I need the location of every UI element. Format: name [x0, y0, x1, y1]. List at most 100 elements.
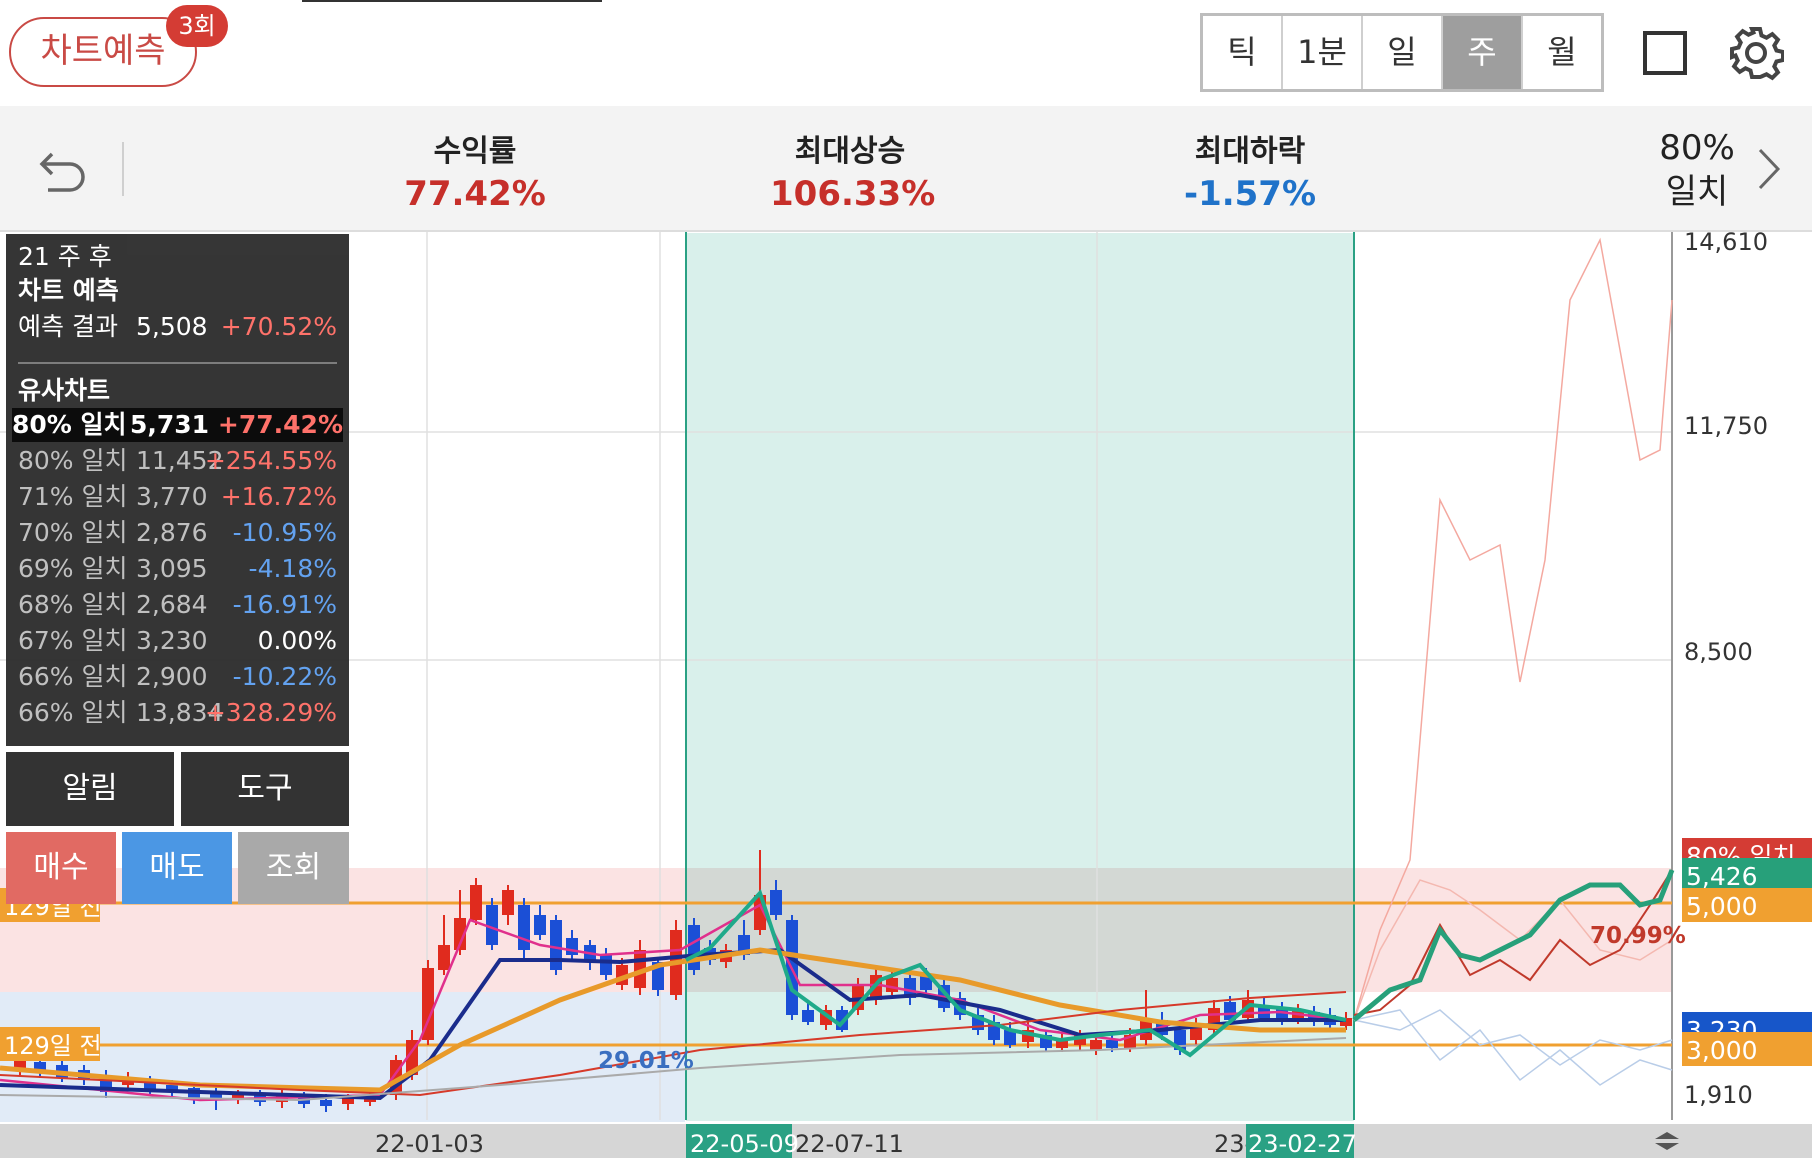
- similar-chart-row[interactable]: 68% 일치 2,684 -16.91%: [18, 588, 337, 622]
- candle-body: [688, 925, 700, 970]
- return-label: 수익률: [433, 134, 517, 169]
- undo-arrow-icon[interactable]: [36, 142, 90, 196]
- row-change: +328.29%: [204, 698, 337, 727]
- price-axis-label: 14,610: [1684, 232, 1768, 256]
- row-price: 3,095: [136, 554, 208, 583]
- max-rise-stat: 최대상승 106.33%: [770, 126, 936, 214]
- price-axis-label: 11,750: [1684, 412, 1768, 440]
- zone-percent-label: 29.01%: [598, 1048, 694, 1074]
- period-tab-month[interactable]: 월: [1523, 16, 1601, 89]
- sell-button[interactable]: 매도: [122, 832, 232, 904]
- predicted-price-tag: 5,426: [1686, 862, 1758, 891]
- date-axis-bar: [0, 1124, 1812, 1158]
- row-match-label: 80% 일치: [12, 410, 127, 439]
- row-match-label: 70% 일치: [18, 518, 128, 547]
- similar-chart-row[interactable]: 67% 일치 3,230 0.00%: [18, 624, 337, 658]
- stats-divider: [122, 142, 124, 196]
- candle-body: [600, 955, 612, 975]
- period-tab-week[interactable]: 주: [1443, 16, 1523, 89]
- stats-bar: 수익률 77.42% 최대상승 106.33% 최대하락 -1.57% 80% …: [0, 106, 1812, 232]
- row-match-label: 67% 일치: [18, 626, 128, 655]
- upper-level-tag: 5,000: [1686, 892, 1758, 921]
- buy-button[interactable]: 매수: [6, 832, 116, 904]
- similar-chart-row[interactable]: 66% 일치 13,834 +328.29%: [18, 696, 337, 730]
- fullscreen-square-icon[interactable]: [1643, 31, 1687, 75]
- candle-body: [770, 890, 782, 915]
- similar-chart-row[interactable]: 69% 일치 3,095 -4.18%: [18, 552, 337, 586]
- top-toolbar: 차트예측 3회 틱 1분 일 주 월: [0, 0, 1812, 106]
- row-change: -4.18%: [248, 554, 337, 583]
- lower-level-tag: 3,000: [1686, 1036, 1758, 1065]
- row-match-label: 68% 일치: [18, 590, 128, 619]
- similar-chart-row[interactable]: 71% 일치 3,770 +16.72%: [18, 480, 337, 514]
- similar-chart-row[interactable]: 70% 일치 2,876 -10.95%: [18, 516, 337, 550]
- row-match-label: 66% 일치: [18, 698, 128, 727]
- predict-count-badge: 3회: [166, 5, 228, 47]
- candle-body: [886, 978, 898, 992]
- similar-chart-row[interactable]: 80% 일치 5,731 +77.42%: [12, 408, 343, 442]
- row-price: 2,900: [136, 662, 208, 691]
- similar-chart-panel: 21 주 후 차트 예측 예측 결과 5,508 +70.52% 유사차트 80…: [6, 234, 349, 746]
- row-change: -10.95%: [232, 518, 337, 547]
- candle-body: [534, 915, 546, 935]
- row-change: -10.22%: [232, 662, 337, 691]
- chevron-right-icon[interactable]: [1752, 146, 1786, 192]
- row-change: 0.00%: [257, 626, 337, 655]
- match-percent: 80%: [1659, 128, 1735, 168]
- candle-body: [438, 945, 450, 970]
- candle-body: [518, 905, 530, 950]
- similar-title: 유사차트: [18, 376, 111, 405]
- alert-button[interactable]: 알림: [6, 752, 174, 826]
- max-rise-value: 106.33%: [770, 174, 936, 214]
- date-label-start: 22-05-09: [690, 1130, 799, 1158]
- row-price: 2,876: [136, 518, 208, 547]
- row-price: 2,684: [136, 590, 208, 619]
- row-match-label: 71% 일치: [18, 482, 128, 511]
- max-rise-label: 최대상승: [794, 134, 906, 169]
- period-selector: 틱 1분 일 주 월: [1200, 13, 1604, 92]
- prediction-title: 차트 예측: [18, 276, 119, 305]
- projection-line: [1353, 1009, 1673, 1086]
- similar-chart-row[interactable]: 80% 일치 11,452 +254.55%: [18, 444, 337, 478]
- candle-body: [566, 938, 578, 955]
- candle-body: [502, 890, 514, 915]
- date-label-end: 23-02-27: [1248, 1130, 1357, 1158]
- panel-divider: [18, 362, 337, 364]
- period-tab-day[interactable]: 일: [1363, 16, 1443, 89]
- max-drop-stat: 최대하락 -1.57%: [1170, 126, 1330, 214]
- row-price: 5,731: [130, 410, 210, 439]
- row-match-label: 66% 일치: [18, 662, 128, 691]
- candle-body: [1090, 1040, 1102, 1050]
- max-drop-label: 최대하락: [1194, 134, 1306, 169]
- tools-button[interactable]: 도구: [181, 752, 349, 826]
- days-ago-lower-label: 129일 전: [4, 1032, 102, 1060]
- period-tab-tick[interactable]: 틱: [1203, 16, 1283, 89]
- return-value: 77.42%: [404, 174, 546, 214]
- view-button[interactable]: 조회: [238, 832, 349, 904]
- date-label: 22-07-11: [795, 1130, 904, 1158]
- price-axis-label: 8,500: [1684, 638, 1753, 666]
- gear-icon[interactable]: [1728, 25, 1784, 81]
- row-change: +254.55%: [204, 446, 337, 475]
- prediction-percent-label: 70.99%: [1590, 923, 1686, 949]
- row-match-label: 80% 일치: [18, 446, 128, 475]
- candle-body: [1106, 1040, 1118, 1048]
- top-indicator-line: [302, 0, 602, 2]
- match-summary[interactable]: 80% 일치: [1652, 126, 1742, 214]
- row-change: +16.72%: [220, 482, 337, 511]
- prediction-result-row[interactable]: 예측 결과 5,508 +70.52%: [18, 310, 337, 344]
- date-label: 22-01-03: [375, 1130, 484, 1158]
- max-drop-value: -1.57%: [1183, 174, 1317, 214]
- row-price: 3,770: [136, 482, 208, 511]
- projection-line: [1353, 1009, 1673, 1066]
- candle-body: [486, 905, 498, 945]
- similar-chart-row[interactable]: 66% 일치 2,900 -10.22%: [18, 660, 337, 694]
- candle-body: [470, 885, 482, 920]
- resize-handle-icon[interactable]: [1652, 1130, 1682, 1152]
- period-tab-1min[interactable]: 1분: [1283, 16, 1363, 89]
- candle-body: [550, 920, 562, 970]
- candle-body: [802, 1010, 814, 1022]
- row-match-label: 69% 일치: [18, 554, 128, 583]
- row-price: 3,230: [136, 626, 208, 655]
- row-change: +77.42%: [217, 410, 343, 439]
